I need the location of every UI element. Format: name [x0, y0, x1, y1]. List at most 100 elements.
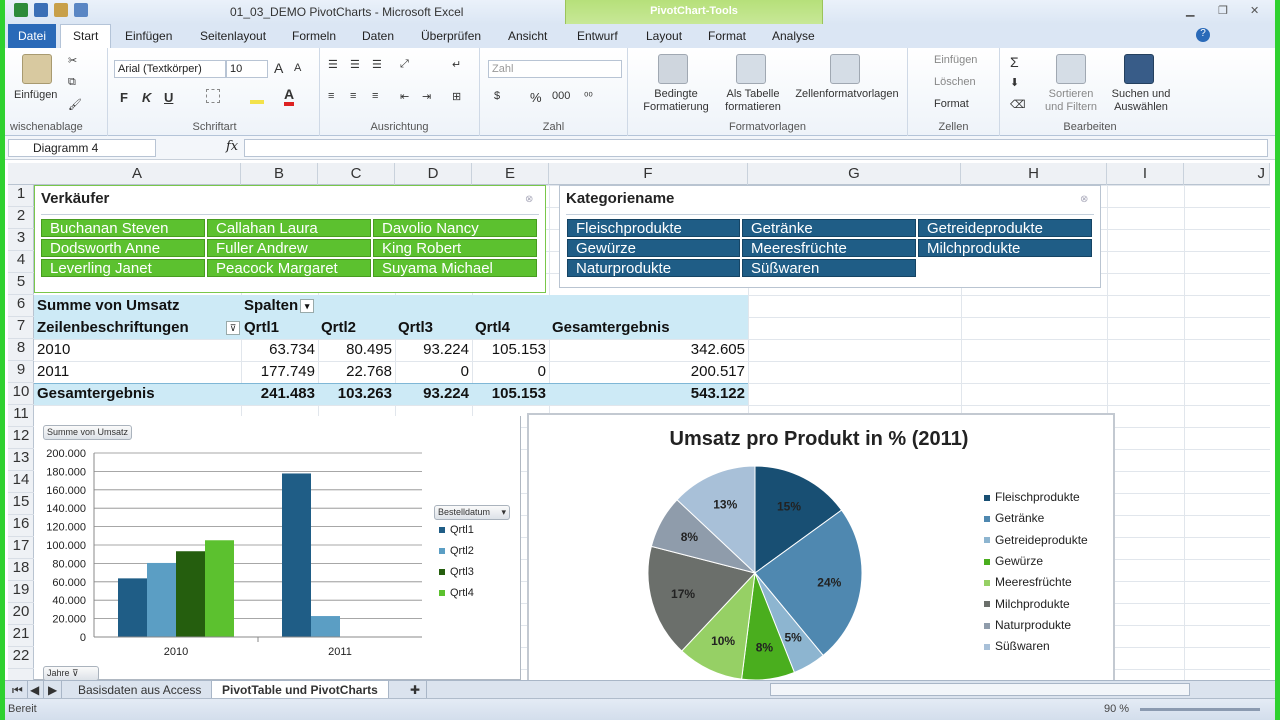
tab-review[interactable]: Überprüfen	[421, 29, 481, 43]
fill-icon[interactable]: ⬇	[1010, 76, 1019, 89]
pivot-row-label[interactable]: Zeilenbeschriftungen	[37, 319, 189, 336]
delete-cells-button[interactable]: Löschen	[934, 76, 976, 88]
pivot-total-label[interactable]: Gesamtergebnis	[37, 385, 155, 402]
pivot-cell[interactable]: 0	[472, 363, 546, 380]
row-header-15[interactable]: 15	[8, 493, 34, 515]
fx-icon[interactable]: fx	[226, 139, 238, 154]
align-top-icon[interactable]: ☰	[328, 58, 338, 71]
number-format-combo[interactable]: Zahl	[488, 60, 622, 78]
row-header-19[interactable]: 19	[8, 581, 34, 603]
slicer-item-gewuerze[interactable]: Gewürze	[567, 239, 740, 257]
pivot-cell[interactable]: 342.605	[549, 341, 745, 358]
format-as-table-icon[interactable]	[736, 54, 766, 84]
wrap-text-icon[interactable]: ↵	[452, 58, 461, 71]
col-header-e[interactable]: E	[472, 163, 549, 185]
slicer-item-getreideprodukte[interactable]: Getreideprodukte	[918, 219, 1092, 237]
tab-analyze[interactable]: Analyse	[772, 29, 815, 43]
slicer-item-dodsworth[interactable]: Dodsworth Anne	[41, 239, 205, 257]
pivot-cell[interactable]: 63.734	[241, 341, 315, 358]
row-header-21[interactable]: 21	[8, 625, 34, 647]
help-icon[interactable]: ?	[1196, 28, 1210, 42]
col-header-g[interactable]: G	[748, 163, 961, 185]
slicer-item-meeresfruechte[interactable]: Meeresfrüchte	[742, 239, 916, 257]
slicer-item-king[interactable]: King Robert	[373, 239, 537, 257]
format-as-table-button[interactable]: Als Tabelle formatieren	[718, 88, 788, 114]
align-center-icon[interactable]: ≡	[350, 90, 356, 102]
row-header-22[interactable]: 22	[8, 647, 34, 669]
currency-icon[interactable]: $	[494, 90, 500, 102]
col-header-d[interactable]: D	[395, 163, 472, 185]
row-header-12[interactable]: 12	[8, 427, 34, 449]
row-header-1[interactable]: 1	[8, 185, 34, 207]
slicer-item-fleischprodukte[interactable]: Fleischprodukte	[567, 219, 740, 237]
slicer-item-milchprodukte[interactable]: Milchprodukte	[918, 239, 1092, 257]
col-header-c[interactable]: C	[318, 163, 395, 185]
pivot-cell[interactable]: 80.495	[318, 341, 392, 358]
name-box[interactable]: Diagramm 4	[8, 139, 156, 157]
fill-color-icon[interactable]	[250, 88, 264, 104]
horizontal-scrollbar[interactable]	[770, 683, 1190, 696]
tab-layout[interactable]: Layout	[646, 29, 682, 43]
slicer-sellers[interactable]: Verkäufer ⊗ Buchanan Steven Callahan Lau…	[34, 185, 546, 293]
clear-filter-icon[interactable]: ⊗	[1080, 194, 1092, 205]
bar-chart[interactable]: Summe von Umsatz 0 20.000 40.000 60.000 80.0…	[34, 416, 521, 681]
font-size-combo[interactable]: 10	[226, 60, 268, 78]
restore-icon[interactable]: ❐	[1218, 4, 1228, 17]
sheet-nav-first-icon[interactable]: ⏮	[8, 681, 28, 699]
align-bottom-icon[interactable]: ☰	[372, 58, 382, 71]
tab-design[interactable]: Entwurf	[577, 29, 618, 43]
decrease-indent-icon[interactable]: ⇤	[400, 90, 409, 103]
new-sheet-icon[interactable]: ✚	[404, 681, 428, 699]
underline-button[interactable]: U	[164, 90, 173, 105]
row-header-11[interactable]: 11	[8, 405, 34, 427]
row-header-17[interactable]: 17	[8, 537, 34, 559]
pivot-total-cell[interactable]: 93.224	[395, 385, 469, 402]
find-select-button[interactable]: Suchen und Auswählen	[1106, 88, 1176, 114]
border-icon[interactable]	[206, 89, 220, 103]
pivot-cell[interactable]: 93.224	[395, 341, 469, 358]
row-header-9[interactable]: 9	[8, 361, 34, 383]
align-right-icon[interactable]: ≡	[372, 90, 378, 102]
save-icon[interactable]	[34, 3, 48, 17]
pie-chart[interactable]: Umsatz pro Produkt in % (2011) 15% 24% 5% 8…	[527, 413, 1115, 681]
row-header-2[interactable]: 2	[8, 207, 34, 229]
slicer-item-fuller[interactable]: Fuller Andrew	[207, 239, 371, 257]
pivot-cell[interactable]: 200.517	[549, 363, 745, 380]
column-filter-dropdown-icon[interactable]: ▾	[300, 299, 315, 314]
col-header-h[interactable]: H	[961, 163, 1107, 185]
cell-styles-button[interactable]: Zellenformatvorlagen	[790, 88, 904, 100]
row-header-20[interactable]: 20	[8, 603, 34, 625]
sheet-tab-pivottable[interactable]: PivotTable und PivotCharts	[212, 681, 389, 699]
sort-filter-button[interactable]: Sortieren und Filtern	[1036, 88, 1106, 114]
thousands-button[interactable]: 000	[552, 90, 570, 102]
grow-font-icon[interactable]: A	[274, 60, 283, 76]
insert-cells-button[interactable]: Einfügen	[934, 54, 977, 66]
col-header-b[interactable]: B	[241, 163, 318, 185]
slicer-item-davolio[interactable]: Davolio Nancy	[373, 219, 537, 237]
align-left-icon[interactable]: ≡	[328, 90, 334, 102]
pivot-total-cell[interactable]: 543.122	[549, 385, 745, 402]
pivot-total-cell[interactable]: 241.483	[241, 385, 315, 402]
col-header-f[interactable]: F	[549, 163, 748, 185]
paste-button[interactable]: Einfügen	[14, 89, 57, 101]
tab-start[interactable]: Start	[60, 24, 112, 49]
tab-insert[interactable]: Einfügen	[125, 29, 172, 43]
slicer-item-suesswaren[interactable]: Süßwaren	[742, 259, 916, 277]
row-header-13[interactable]: 13	[8, 449, 34, 471]
tab-format[interactable]: Format	[708, 29, 746, 43]
pivot-table[interactable]: Summe von Umsatz Spalten ▾ Zeilenbeschrif…	[34, 295, 748, 405]
formula-input[interactable]	[244, 139, 1268, 157]
format-cells-button[interactable]: Format	[934, 98, 969, 110]
slicer-categories[interactable]: Kategoriename ⊗ Fleischprodukte Getränke…	[559, 185, 1101, 288]
paste-icon[interactable]	[22, 54, 52, 84]
col-header-j[interactable]: J	[1184, 163, 1270, 185]
pivot-cell[interactable]: 177.749	[241, 363, 315, 380]
tab-formulas[interactable]: Formeln	[292, 29, 336, 43]
close-icon[interactable]: ✕	[1250, 4, 1259, 17]
row-header-6[interactable]: 6	[8, 295, 34, 317]
slicer-item-getraenke[interactable]: Getränke	[742, 219, 916, 237]
sheet-nav-next-icon[interactable]: ▶	[44, 681, 63, 699]
row-header-7[interactable]: 7	[8, 317, 34, 339]
sheet-nav-prev-icon[interactable]: ◀	[26, 681, 45, 699]
row-header-4[interactable]: 4	[8, 251, 34, 273]
